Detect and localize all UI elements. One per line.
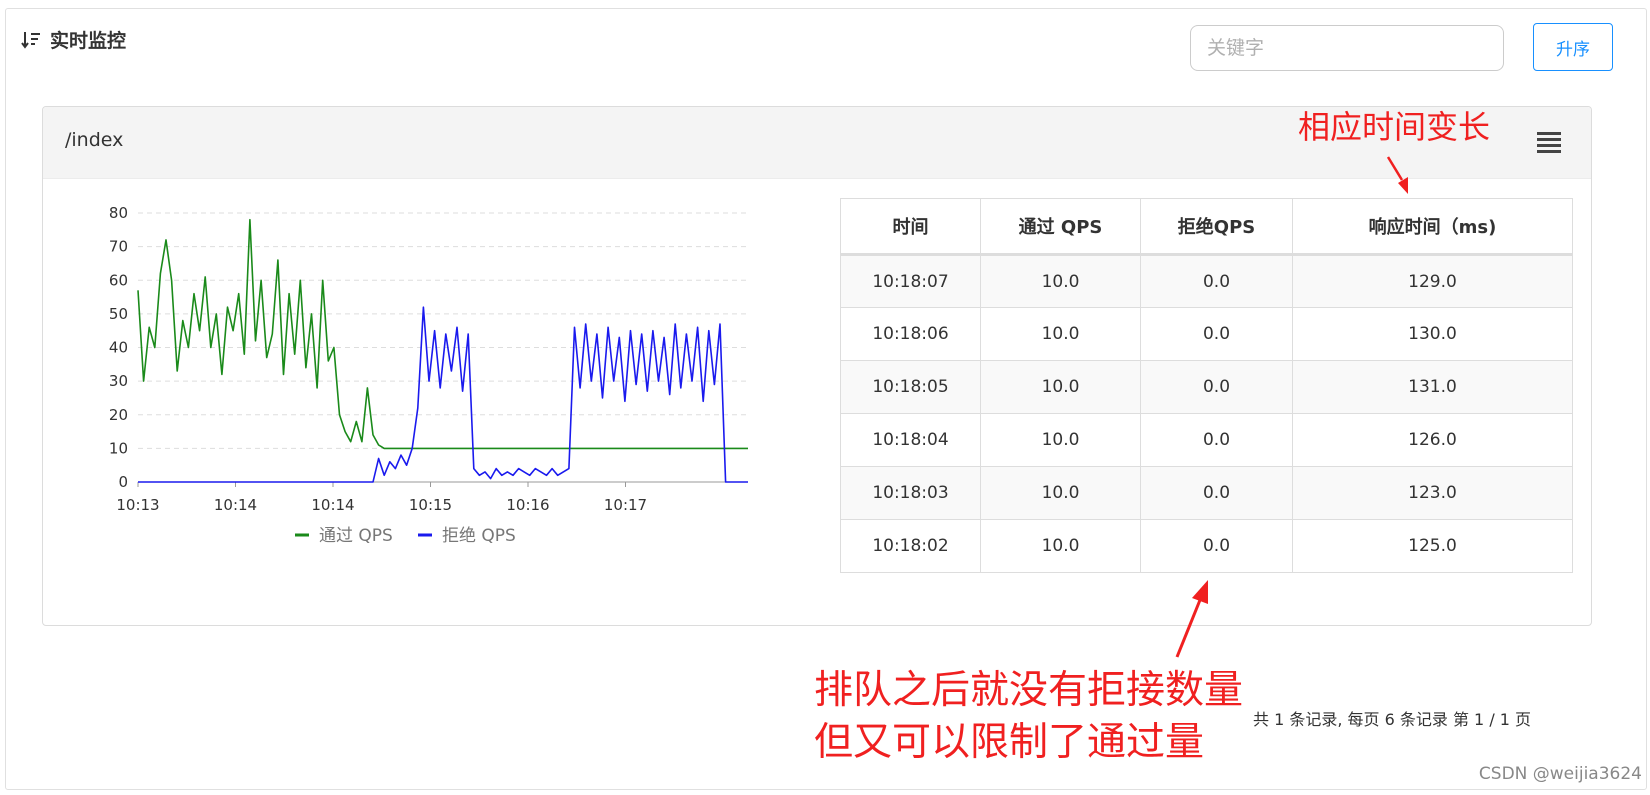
cell-block-qps: 0.0 [1140, 466, 1293, 520]
keyword-search-input[interactable] [1190, 25, 1504, 71]
table-row: 10:18:06 10.0 0.0 130.0 [840, 307, 1573, 361]
cell-time: 10:18:05 [840, 360, 981, 414]
annotation-response-time: 相应时间变长 [1298, 108, 1491, 146]
annotation-line: 但又可以限制了通过量 [814, 720, 1205, 765]
series-line-pass-qps [137, 218, 748, 450]
y-tick-label: 70 [109, 238, 128, 256]
x-tick-label: 10:13 [116, 496, 159, 514]
table-row: 10:18:05 10.0 0.0 131.0 [840, 360, 1573, 414]
y-tick-label: 40 [109, 339, 128, 357]
column-header-pass-qps[interactable]: 通过 QPS [980, 198, 1141, 256]
pagination-info: 共 1 条记录, 每页 6 条记录 第 1 / 1 页 [1253, 710, 1532, 729]
cell-response-time: 129.0 [1292, 254, 1573, 308]
x-tick-label: 10:15 [409, 496, 452, 514]
watermark: CSDN @weijia3624 [1478, 764, 1642, 784]
legend-label-block-qps: 拒绝 QPS [442, 526, 516, 546]
cell-pass-qps: 10.0 [980, 413, 1141, 467]
y-tick-label: 20 [109, 406, 128, 424]
cell-block-qps: 0.0 [1140, 519, 1293, 573]
table-row: 10:18:02 10.0 0.0 125.0 [840, 519, 1573, 573]
y-tick-label: 10 [109, 439, 128, 457]
cell-response-time: 123.0 [1292, 466, 1573, 520]
cell-response-time: 131.0 [1292, 360, 1573, 414]
cell-pass-qps: 10.0 [980, 254, 1141, 308]
metrics-table: 时间 通过 QPS 拒绝QPS 响应时间（ms) 10:18:07 10.0 0… [840, 198, 1573, 573]
cell-pass-qps: 10.0 [980, 466, 1141, 520]
column-header-block-qps[interactable]: 拒绝QPS [1140, 198, 1293, 256]
table-header-row: 时间 通过 QPS 拒绝QPS 响应时间（ms) [840, 198, 1573, 256]
column-header-time[interactable]: 时间 [840, 198, 981, 256]
card-title: /index [65, 129, 124, 151]
x-tick-label: 10:17 [604, 496, 647, 514]
x-tick-label: 10:14 [214, 496, 257, 514]
annotation-line: 排队之后就没有拒接数量 [814, 668, 1244, 713]
cell-time: 10:18:06 [840, 307, 981, 361]
cell-response-time: 126.0 [1292, 413, 1573, 467]
page-title: 实时监控 [50, 30, 127, 52]
hamburger-menu-icon[interactable] [1537, 132, 1561, 153]
cell-time: 10:18:02 [840, 519, 981, 573]
annotation-queueing: 排队之后就没有拒接数量 但又可以限制了通过量 [814, 665, 1243, 769]
cell-pass-qps: 10.0 [980, 360, 1141, 414]
cell-block-qps: 0.0 [1140, 413, 1293, 467]
cell-pass-qps: 10.0 [980, 519, 1141, 573]
legend-label-pass-qps: 通过 QPS [319, 526, 393, 546]
x-tick-label: 10:16 [506, 496, 549, 514]
cell-block-qps: 0.0 [1140, 360, 1293, 414]
cell-time: 10:18:04 [840, 413, 981, 467]
cell-time: 10:18:07 [840, 254, 981, 308]
cell-pass-qps: 10.0 [980, 307, 1141, 361]
table-row: 10:18:04 10.0 0.0 126.0 [840, 413, 1573, 467]
y-tick-label: 30 [109, 372, 128, 390]
cell-response-time: 130.0 [1292, 307, 1573, 361]
sort-ascending-button[interactable]: 升序 [1533, 23, 1613, 71]
table-row: 10:18:07 10.0 0.0 129.0 [840, 254, 1573, 308]
y-tick-label: 80 [109, 204, 128, 222]
cell-response-time: 125.0 [1292, 519, 1573, 573]
y-tick-label: 50 [109, 305, 128, 323]
page-header: 实时监控 [20, 26, 126, 53]
sort-descending-icon[interactable] [20, 29, 42, 51]
qps-line-chart: 0 10 20 30 40 50 60 70 80 10:13 10:14 10:14 10:15 10:… [109, 204, 748, 546]
cell-block-qps: 0.0 [1140, 254, 1293, 308]
y-tick-label: 60 [109, 271, 128, 289]
cell-block-qps: 0.0 [1140, 307, 1293, 361]
y-tick-label: 0 [118, 473, 128, 491]
table-row: 10:18:03 10.0 0.0 123.0 [840, 466, 1573, 520]
x-tick-label: 10:14 [311, 496, 354, 514]
cell-time: 10:18:03 [840, 466, 981, 520]
column-header-response-time[interactable]: 响应时间（ms) [1292, 198, 1573, 256]
series-line-block-qps [138, 306, 748, 483]
